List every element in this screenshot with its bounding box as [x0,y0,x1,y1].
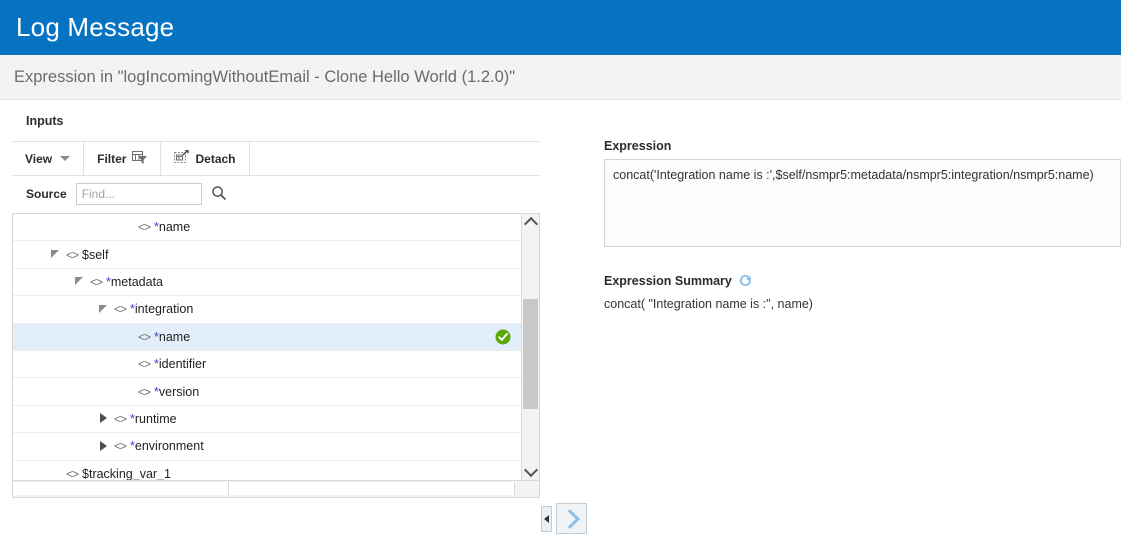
tree-row[interactable]: <> *environment [13,433,521,461]
element-node-icon: <> [138,329,151,344]
detach-label: Detach [195,151,236,166]
source-tree[interactable]: <> *name <> $self <> *metadata <> *integration <… [12,213,540,481]
expression-summary-label: Expression Summary [604,273,732,288]
vertical-scroll-thumb[interactable] [523,299,538,409]
dialog-content: Inputs View Filter Detach Source Find...… [0,100,1121,534]
collapsed-twisty-icon[interactable] [99,413,110,424]
element-node-icon: <> [114,439,127,454]
source-find-row: Source [12,176,540,212]
inputs-panel: Inputs View Filter Detach Source Find...… [12,100,540,512]
tree-row[interactable]: <> $self [13,241,521,269]
source-tree-rows: <> *name <> $self <> *metadata <> *integration <… [13,214,521,480]
expression-summary-text: concat( "Integration name is :", name) [604,297,813,311]
tree-row-label: *identifier [154,357,207,372]
tree-row[interactable]: <> *version [13,378,521,406]
element-node-icon: <> [66,247,79,262]
element-node-icon: <> [66,466,79,480]
required-asterisk: * [130,439,135,454]
subtitle-bar: Expression in "logIncomingWithoutEmail -… [0,55,1121,100]
scroll-down-icon[interactable] [522,462,539,480]
collapsed-twisty-icon[interactable] [99,440,110,452]
element-node-icon: <> [114,302,127,317]
tree-row-label: *name [154,220,191,235]
refresh-icon[interactable] [738,273,753,288]
search-icon[interactable] [211,185,227,204]
required-asterisk: * [106,274,111,289]
horizontal-scroll-thumb[interactable] [13,482,229,495]
splitter-collapse-handle[interactable] [541,506,552,532]
required-asterisk: * [130,302,135,317]
detach-button[interactable]: Detach [161,142,250,175]
window-titlebar: Log Message [0,0,1121,55]
scroll-up-icon[interactable] [522,214,539,232]
element-node-icon: <> [114,411,127,426]
filter-label: Filter [97,151,127,166]
expression-context-label: Expression in "logIncomingWithoutEmail -… [14,67,516,86]
tree-horizontal-scrollbar[interactable] [12,481,540,498]
filter-button[interactable]: Filter [84,142,162,175]
element-node-icon: <> [90,274,103,289]
tree-row[interactable]: <> *identifier [13,351,521,379]
required-asterisk: * [154,220,159,235]
tree-row[interactable]: <> *name [13,323,521,351]
required-asterisk: * [154,384,159,399]
tree-row[interactable]: <> *integration [13,296,521,324]
view-menu-label: View [25,151,53,166]
tree-vertical-scrollbar[interactable] [521,214,539,480]
toolbar-filler [250,142,541,175]
expanded-twisty-icon[interactable] [75,276,86,287]
tree-row[interactable]: <> *name [13,214,521,242]
chevron-down-icon [60,156,71,161]
tree-row-label: $tracking_var_1 [82,466,171,480]
source-label: Source [26,187,67,201]
element-node-icon: <> [138,384,151,399]
valid-check-icon [495,329,511,345]
expression-summary-header: Expression Summary [604,273,1121,288]
expression-panel: Expression concat('Integration name is :… [604,100,1121,512]
tree-row-label: *integration [130,302,194,317]
collapse-left-icon [544,515,549,523]
horizontal-scroll-track-segment[interactable] [229,482,515,495]
inputs-toolbar: View Filter Detach [12,142,540,176]
tree-row-label: *name [154,329,191,344]
inputs-heading: Inputs [12,100,540,142]
tree-row[interactable]: <> $tracking_var_1 [13,461,521,480]
expanded-twisty-icon[interactable] [51,249,62,260]
view-menu-button[interactable]: View [12,142,85,175]
page-title: Log Message [16,12,175,42]
expression-editor[interactable]: concat('Integration name is :',$self/nsm… [604,159,1121,247]
element-node-icon: <> [138,220,151,235]
expression-label: Expression [604,139,672,153]
required-asterisk: * [154,329,159,344]
expanded-twisty-icon[interactable] [99,304,110,315]
tree-row[interactable]: <> *runtime [13,406,521,434]
search-input[interactable] [75,183,202,205]
tree-row-label: *metadata [106,274,164,289]
required-asterisk: * [154,357,159,372]
detach-icon [174,148,190,168]
move-right-button[interactable] [556,503,587,534]
tree-row-label: *runtime [130,411,177,426]
filter-icon [132,150,148,168]
tree-row-label: *version [154,384,200,399]
element-node-icon: <> [138,357,151,372]
tree-row-label: $self [82,247,109,262]
tree-row-label: *environment [130,439,204,454]
tree-row[interactable]: <> *metadata [13,269,521,297]
required-asterisk: * [130,411,135,426]
